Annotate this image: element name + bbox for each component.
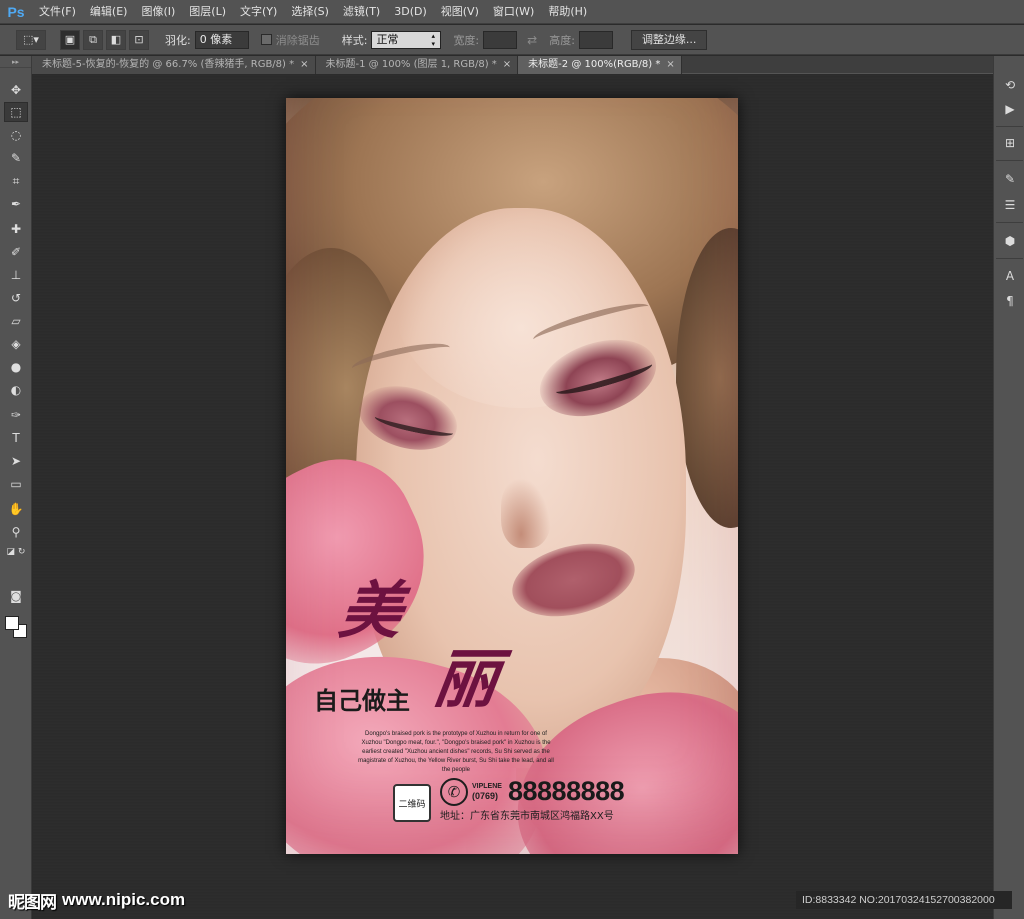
options-bar: ⬚▾ ▣ ⧉ ◧ ⊡ 羽化: 0 像素 消除锯齿 样式: 正常 宽度: ⇄ 高度… — [0, 25, 1024, 55]
area-code: (0769) — [472, 791, 499, 801]
doc-tab-2[interactable]: 未标题-1 @ 100% (图层 1, RGB/8) * × — [315, 56, 519, 74]
poster-subtitle: 自己做主 — [314, 686, 410, 715]
close-icon[interactable]: × — [503, 56, 511, 74]
height-input[interactable] — [578, 30, 613, 49]
move-tool-icon[interactable]: ✥ — [4, 80, 28, 100]
hand-tool-icon[interactable]: ✋ — [4, 499, 28, 519]
style-label: 样式: — [341, 33, 368, 47]
poster-body-text: Dongpo's braised pork is the prototype o… — [358, 731, 554, 773]
subtract-selection-icon: ◧ — [110, 33, 122, 46]
close-icon[interactable]: × — [666, 56, 674, 74]
menu-image[interactable]: 图像(I) — [134, 0, 182, 24]
pen-tool-icon[interactable]: ✑ — [4, 405, 28, 425]
refine-edge-button[interactable]: 调整边缘... — [630, 29, 708, 50]
right-panel-dock: ⟲ ▶ ⊞ ✎ ☰ ⬢ A ¶ — [993, 56, 1024, 919]
style-select[interactable]: 正常 — [371, 30, 442, 49]
eyedropper-tool-icon[interactable]: ✒ — [4, 194, 28, 214]
menu-help[interactable]: 帮助(H) — [541, 0, 594, 24]
intersect-selection-icon: ⊡ — [134, 33, 144, 46]
new-selection-icon: ▣ — [64, 33, 76, 46]
toolbox: ▸▸ ✥ ⬚ ◌ ✎ ⌗ ✒ ✚ ✐ ⊥ ↺ ▱ ◈ ● ◐ ✑ T ➤ ▭ ✋… — [0, 56, 32, 919]
menu-bar: Ps 文件(F) 编辑(E) 图像(I) 图层(L) 文字(Y) 选择(S) 滤… — [0, 0, 1024, 24]
intersect-selection-button[interactable]: ⊡ — [129, 29, 149, 50]
close-icon[interactable]: × — [300, 56, 308, 74]
menu-type[interactable]: 文字(Y) — [233, 0, 284, 24]
spot-healing-tool-icon[interactable]: ✚ — [4, 219, 28, 239]
history-brush-tool-icon[interactable]: ↺ — [4, 288, 28, 308]
image-id-label: ID:8833342 NO:20170324152700382000 — [796, 891, 1012, 909]
dodge-tool-icon[interactable]: ◐ — [4, 380, 28, 400]
watermark-url: www.nipic.com — [62, 890, 186, 909]
brush-tool-icon[interactable]: ✐ — [4, 242, 28, 262]
actions-panel-icon[interactable]: ▶ — [1000, 100, 1020, 118]
brand-label: VIPLENE — [472, 783, 502, 790]
path-selection-tool-icon[interactable]: ➤ — [4, 451, 28, 471]
antialias-checkbox[interactable] — [260, 34, 272, 45]
document-tab-strip: 未标题-5-恢复的-恢复的 @ 66.7% (香辣猪手, RGB/8) * × … — [32, 56, 993, 74]
dock-divider — [996, 258, 1023, 259]
doc-tab-3[interactable]: 未标题-2 @ 100%(RGB/8) * × — [518, 56, 682, 74]
address-text: 地址：广东省东莞市南城区鸿福路XX号 — [440, 811, 614, 822]
nipic-watermark: 昵图网 www.nipic.com — [0, 886, 215, 914]
adjustments-panel-icon[interactable]: ☰ — [1000, 196, 1020, 214]
doc-tab-title: 未标题-5-恢复的-恢复的 @ 66.7% (香辣猪手, RGB/8) * — [42, 59, 295, 70]
phone-number: 88888888 — [508, 776, 625, 806]
quick-selection-tool-icon[interactable]: ✎ — [4, 148, 28, 168]
height-label: 高度: — [549, 33, 575, 47]
width-input[interactable] — [483, 30, 518, 49]
subtract-selection-button[interactable]: ◧ — [106, 29, 126, 50]
3d-panel-icon[interactable]: ⬢ — [1000, 232, 1020, 250]
menu-layer[interactable]: 图层(L) — [182, 0, 233, 24]
feather-label: 羽化: — [165, 33, 191, 47]
width-label: 宽度: — [453, 33, 480, 47]
doc-tab-title: 未标题-1 @ 100% (图层 1, RGB/8) * — [325, 59, 497, 70]
type-tool-icon[interactable]: T — [4, 428, 28, 448]
qr-code-placeholder: 二维码 — [393, 784, 431, 822]
foreground-color-swatch[interactable] — [5, 616, 19, 630]
history-panel-icon[interactable]: ⟲ — [1000, 76, 1020, 94]
dock-divider — [996, 222, 1023, 223]
brush-panel-icon[interactable]: ✎ — [1000, 170, 1020, 188]
clone-stamp-tool-icon[interactable]: ⊥ — [4, 265, 28, 285]
menu-window[interactable]: 窗口(W) — [486, 0, 541, 24]
zoom-tool-icon[interactable]: ⚲ — [4, 522, 28, 542]
menu-view[interactable]: 视图(V) — [434, 0, 486, 24]
toolbox-grip-icon[interactable]: ▸▸ — [0, 56, 31, 68]
lasso-tool-icon[interactable]: ◌ — [4, 125, 28, 145]
paint-bucket-tool-icon[interactable]: ◈ — [4, 334, 28, 354]
rectangular-marquee-tool-icon[interactable]: ⬚ — [4, 102, 28, 122]
dock-divider — [996, 160, 1023, 161]
antialias-label: 消除锯齿 — [275, 33, 320, 47]
eraser-tool-icon[interactable]: ▱ — [4, 311, 28, 331]
photoshop-logo: Ps — [7, 3, 25, 20]
watermark-logo: 昵图网 — [8, 892, 57, 913]
blur-tool-icon[interactable]: ● — [4, 357, 28, 377]
new-selection-button[interactable]: ▣ — [60, 29, 80, 50]
tool-preset-picker[interactable]: ⬚▾ — [16, 29, 46, 50]
swap-dimensions-icon[interactable]: ⇄ — [527, 33, 537, 47]
paragraph-panel-icon[interactable]: ¶ — [1000, 292, 1020, 310]
crop-tool-icon[interactable]: ⌗ — [4, 171, 28, 191]
document-canvas[interactable]: 美 丽 自己做主 Dongpo's braised pork is the pr… — [286, 98, 738, 854]
default-colors-icon[interactable]: ◪ ↻ — [4, 542, 28, 562]
menu-edit[interactable]: 编辑(E) — [83, 0, 135, 24]
properties-panel-icon[interactable]: ⊞ — [1000, 134, 1020, 152]
marquee-preset-icon: ⬚▾ — [23, 33, 39, 46]
quick-mask-icon[interactable]: ◙ — [4, 586, 28, 606]
add-selection-icon: ⧉ — [89, 32, 97, 46]
dock-divider — [996, 126, 1023, 127]
menu-filter[interactable]: 滤镜(T) — [336, 0, 387, 24]
poster-title-char-1: 美 — [334, 574, 408, 647]
doc-tab-1[interactable]: 未标题-5-恢复的-恢复的 @ 66.7% (香辣猪手, RGB/8) * × — [32, 56, 316, 74]
menu-3d[interactable]: 3D(D) — [387, 0, 434, 24]
rectangle-shape-tool-icon[interactable]: ▭ — [4, 474, 28, 494]
character-panel-icon[interactable]: A — [1000, 267, 1020, 285]
phone-icon: ✆ — [440, 778, 468, 806]
menu-file[interactable]: 文件(F) — [32, 0, 83, 24]
add-to-selection-button[interactable]: ⧉ — [83, 29, 103, 50]
menu-select[interactable]: 选择(S) — [284, 0, 336, 24]
doc-tab-title: 未标题-2 @ 100%(RGB/8) * — [528, 59, 661, 70]
feather-input[interactable]: 0 像素 — [194, 30, 249, 49]
